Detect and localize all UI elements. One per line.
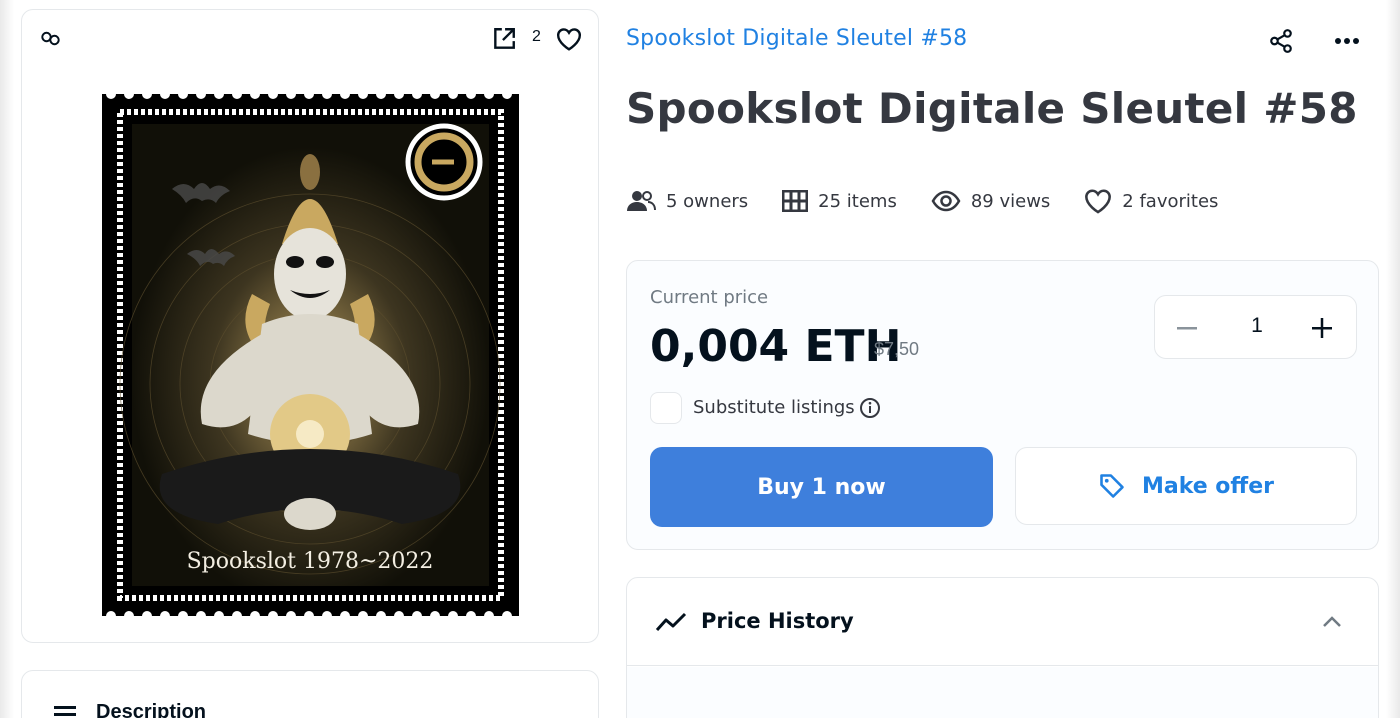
- favorite-count: 2: [532, 28, 541, 45]
- quantity-stepper: 1: [1154, 295, 1357, 359]
- heart-icon: [1085, 189, 1112, 214]
- item-title: Spookslot Digitale Sleutel #58: [626, 84, 1358, 133]
- nft-artwork-image[interactable]: Spookslot 1978~2022: [102, 94, 519, 616]
- stat-views-label: 89 views: [970, 190, 1051, 212]
- buy-now-button[interactable]: Buy 1 now: [650, 447, 993, 527]
- chain-link-icon[interactable]: [38, 26, 64, 52]
- eye-icon: [931, 190, 961, 212]
- price-fiat: $7,50: [874, 339, 920, 359]
- price-history-body: [627, 667, 1378, 718]
- stat-items[interactable]: 25 items: [782, 190, 897, 212]
- substitute-listings-label[interactable]: Substitute listings: [693, 397, 855, 418]
- image-card: 2 Spookslot 1978~2022: [21, 9, 599, 643]
- plus-icon[interactable]: [1308, 314, 1336, 342]
- tag-icon: [1100, 474, 1124, 498]
- stat-favorites[interactable]: 2 favorites: [1084, 188, 1218, 214]
- stamp-caption: Spookslot 1978~2022: [187, 549, 434, 574]
- trend-line-icon: [655, 612, 687, 632]
- open-external-icon[interactable]: [490, 25, 518, 53]
- stat-views: 89 views: [931, 190, 1050, 212]
- stat-favorites-label: 2 favorites: [1122, 190, 1219, 212]
- buy-now-label: Buy 1 now: [757, 474, 886, 500]
- stat-items-label: 25 items: [818, 190, 897, 212]
- price-history-card: Price History: [626, 577, 1379, 718]
- perforation-bottom: [106, 611, 512, 616]
- make-offer-button[interactable]: Make offer: [1015, 447, 1357, 525]
- collection-link[interactable]: Spookslot Digitale Sleutel #58: [626, 26, 967, 51]
- grid-icon: [782, 190, 809, 212]
- image-card-topbar: 2: [22, 10, 598, 68]
- people-icon: [627, 191, 656, 211]
- description-title: Description: [96, 701, 207, 718]
- menu-lines-icon: [54, 706, 76, 716]
- share-icon[interactable]: [1266, 26, 1296, 56]
- stat-owners-label: 5 owners: [666, 190, 749, 212]
- current-price-label: Current price: [650, 287, 769, 308]
- price-card: Current price 0,004 ETH $7,50 1 Substitu…: [626, 260, 1379, 550]
- more-icon[interactable]: [1330, 26, 1364, 56]
- description-card[interactable]: Description: [21, 670, 599, 718]
- price-history-header[interactable]: Price History: [627, 578, 1378, 666]
- price-history-title: Price History: [701, 609, 854, 633]
- page-shadow-left: [0, 0, 14, 718]
- perforation-top: [106, 94, 512, 99]
- heart-icon[interactable]: [554, 24, 584, 54]
- item-stats: 5 owners 25 items 89 views 2 favorites: [626, 183, 1252, 219]
- page-shadow-right: [1386, 0, 1400, 718]
- price-amount: 0,004 ETH: [650, 321, 902, 372]
- chevron-up-icon[interactable]: [1320, 612, 1344, 632]
- stat-owners[interactable]: 5 owners: [626, 189, 748, 213]
- substitute-listings-checkbox[interactable]: [650, 392, 682, 424]
- info-icon[interactable]: [859, 397, 881, 419]
- make-offer-label: Make offer: [1141, 473, 1275, 499]
- minus-icon[interactable]: [1173, 314, 1201, 342]
- quantity-value[interactable]: 1: [1243, 314, 1271, 338]
